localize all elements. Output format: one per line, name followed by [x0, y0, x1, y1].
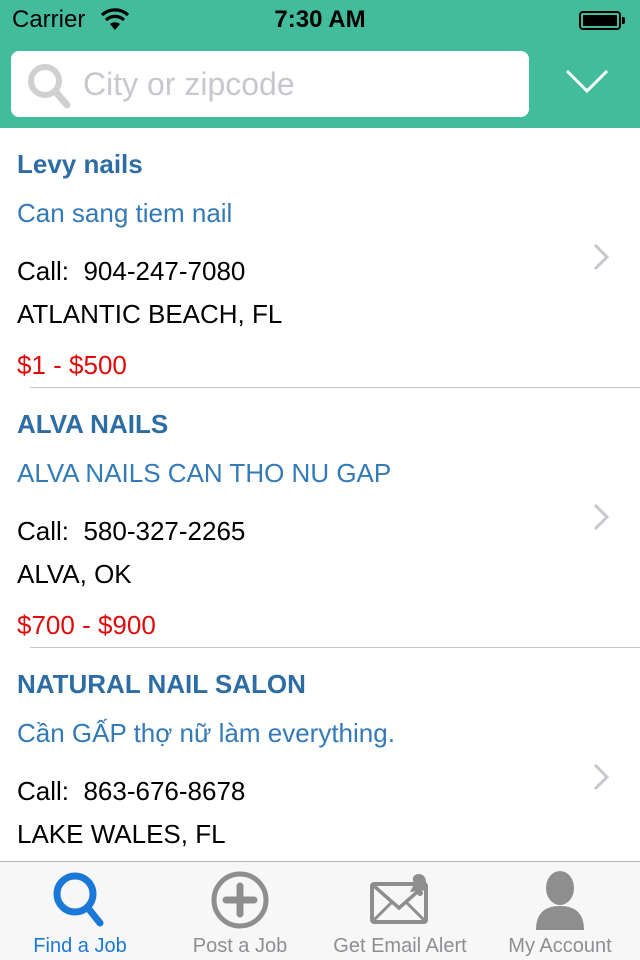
chevron-right-icon — [593, 243, 610, 271]
job-salary: $700 - $900 — [17, 610, 156, 640]
search-icon — [53, 872, 104, 927]
person-icon — [536, 871, 584, 930]
tab-find-a-job[interactable]: Find a Job — [0, 862, 160, 960]
chevron-right-icon — [593, 503, 610, 531]
job-location: ATLANTIC BEACH, FL — [17, 299, 283, 329]
search-icon — [28, 64, 71, 109]
tab-get-email-alert[interactable]: Get Email Alert — [320, 862, 480, 960]
search-box[interactable] — [11, 51, 529, 117]
tab-bar: Find a Job Post a Job Get Email Alert My… — [0, 861, 640, 960]
job-location: LAKE WALES, FL — [17, 819, 226, 849]
chevron-down-icon[interactable] — [560, 58, 614, 104]
job-title: Can sang tiem nail — [17, 198, 233, 228]
tab-label: Find a Job — [33, 935, 127, 957]
job-title: ALVA NAILS CAN THO NU GAP — [17, 458, 392, 488]
tab-my-account[interactable]: My Account — [480, 862, 640, 960]
job-phone: Call: 580-327-2265 — [17, 516, 246, 546]
search-input[interactable] — [83, 59, 513, 109]
header: Carrier 7:30 AM — [0, 0, 640, 128]
chevron-right-icon — [593, 763, 610, 791]
tab-label: Post a Job — [192, 935, 288, 957]
battery-icon — [579, 11, 625, 31]
job-list-item[interactable]: ALVA NAILS ALVA NAILS CAN THO NU GAP Cal… — [0, 388, 640, 648]
job-phone: Call: 904-247-7080 — [17, 256, 246, 286]
clock: 7:30 AM — [274, 6, 366, 33]
status-bar: Carrier 7:30 AM — [0, 0, 640, 40]
mail-bell-icon — [370, 874, 428, 924]
tab-post-a-job[interactable]: Post a Job — [160, 862, 320, 960]
job-location: ALVA, OK — [17, 559, 132, 589]
job-salon-name: Levy nails — [17, 149, 143, 179]
job-salon-name: NATURAL NAIL SALON — [17, 669, 306, 699]
tab-label: Get Email Alert — [333, 935, 467, 957]
job-salary: $1 - $500 — [17, 350, 127, 380]
job-title: Cần GẤP thợ nữ làm everything. — [17, 718, 395, 748]
job-list-item[interactable]: NATURAL NAIL SALON Cần GẤP thợ nữ làm ev… — [0, 648, 640, 861]
job-list[interactable]: Levy nails Can sang tiem nail Call: 904-… — [0, 128, 640, 861]
job-salon-name: ALVA NAILS — [17, 409, 169, 439]
plus-circle-icon — [211, 871, 269, 929]
job-phone: Call: 863-676-8678 — [17, 776, 246, 806]
tab-label: My Account — [508, 935, 612, 957]
job-list-item[interactable]: Levy nails Can sang tiem nail Call: 904-… — [0, 128, 640, 388]
